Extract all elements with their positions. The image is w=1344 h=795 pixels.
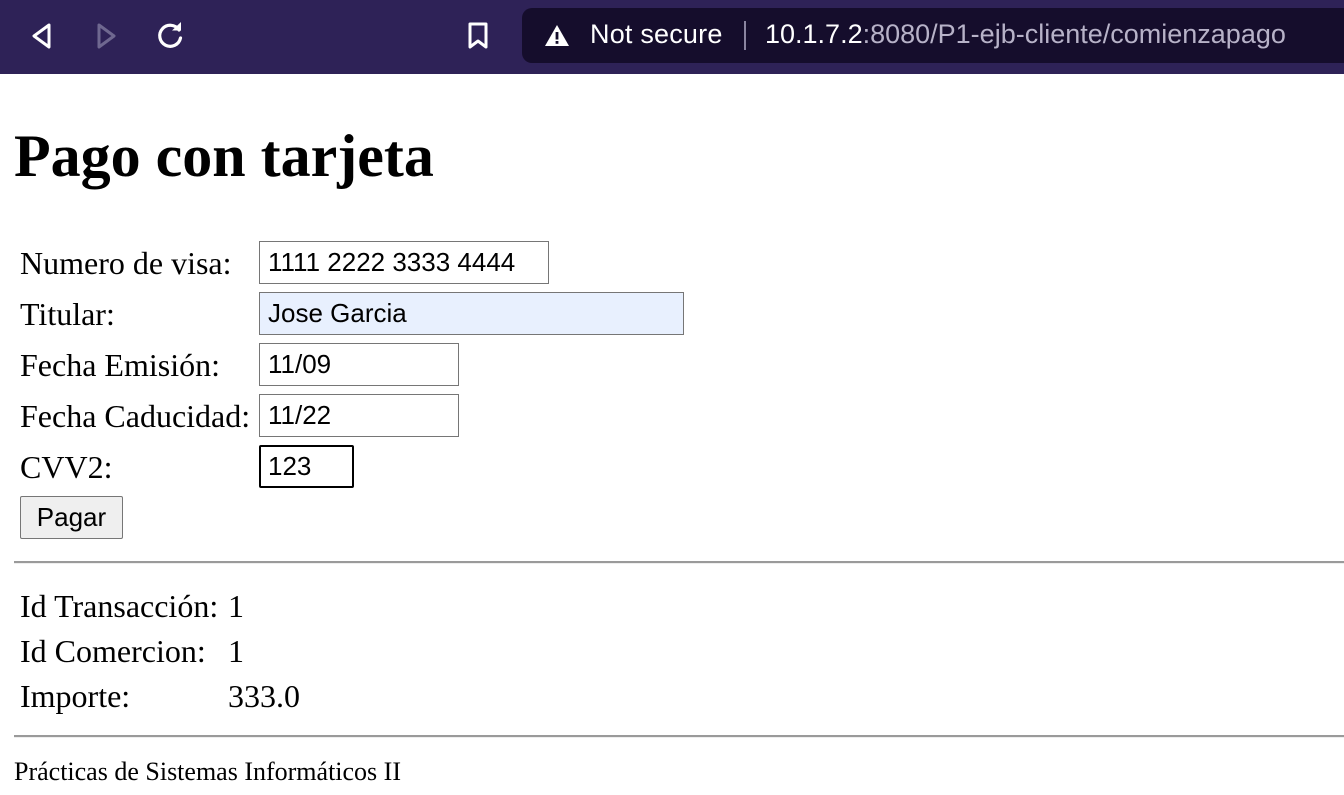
commerce-id-value: 1 [228, 633, 244, 669]
reload-icon [158, 22, 183, 48]
divider [14, 735, 1344, 738]
cvv-input[interactable] [259, 445, 354, 488]
transaction-id-label: Id Transacción: [20, 588, 219, 624]
bookmark-icon [468, 22, 488, 49]
transaction-id-value: 1 [228, 588, 244, 624]
back-button[interactable] [20, 14, 64, 58]
forward-button[interactable] [84, 14, 128, 58]
url-path: :8080/P1-ejb-cliente/comienzapago [862, 19, 1286, 49]
url-text[interactable]: 10.1.7.2:8080/P1-ejb-cliente/comienzapag… [765, 19, 1286, 50]
footer-text: Prácticas de Sistemas Informáticos II [14, 757, 401, 786]
pay-button[interactable]: Pagar [20, 496, 123, 539]
holder-label: Titular: [20, 296, 115, 332]
security-status-label[interactable]: Not secure [590, 19, 723, 50]
page-title: Pago con tarjeta [14, 123, 434, 189]
reload-button[interactable] [148, 14, 192, 58]
url-host: 10.1.7.2 [765, 19, 863, 49]
bookmark-button[interactable] [456, 14, 500, 58]
holder-input[interactable] [259, 292, 684, 335]
amount-value: 333.0 [228, 678, 300, 714]
back-arrow-icon [32, 23, 51, 49]
divider [14, 561, 1344, 564]
visa-number-label: Numero de visa: [20, 245, 232, 281]
cvv-label: CVV2: [20, 449, 113, 485]
visa-number-input[interactable] [259, 241, 549, 284]
warning-triangle-icon [545, 25, 569, 46]
expiry-date-label: Fecha Caducidad: [20, 398, 251, 434]
forward-arrow-icon [97, 23, 116, 49]
commerce-id-label: Id Comercion: [20, 633, 206, 669]
issue-date-label: Fecha Emisión: [20, 347, 220, 383]
expiry-date-input[interactable] [259, 394, 459, 437]
amount-label: Importe: [20, 678, 131, 714]
issue-date-input[interactable] [259, 343, 459, 386]
url-divider [744, 21, 746, 50]
browser-toolbar: Not secure 10.1.7.2:8080/P1-ejb-cliente/… [0, 0, 1344, 74]
address-bar[interactable]: Not secure 10.1.7.2:8080/P1-ejb-cliente/… [522, 8, 1344, 63]
